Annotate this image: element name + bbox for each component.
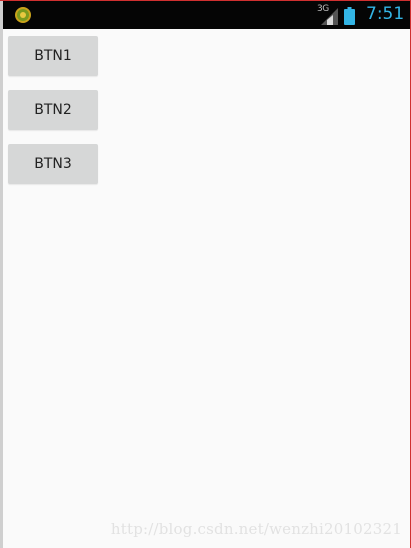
btn3-button[interactable]: BTN3	[8, 144, 98, 184]
btn1-button[interactable]: BTN1	[8, 36, 98, 76]
btn2-button[interactable]: BTN2	[8, 90, 98, 130]
app-notification-icon	[15, 7, 31, 23]
activity-content: BTN1 BTN2 BTN3 http://blog.csdn.net/wenz…	[3, 29, 410, 548]
signal-icon	[321, 8, 338, 25]
status-clock: 7:51	[366, 4, 405, 24]
battery-icon	[344, 7, 355, 25]
watermark-text: http://blog.csdn.net/wenzhi20102321	[110, 520, 402, 538]
status-bar: 3G 7:51	[3, 1, 410, 29]
frame-top-border	[0, 0, 411, 1]
device-frame: 3G 7:51 BTN1 BTN2 BTN3 http://blog.csdn.…	[0, 0, 411, 548]
